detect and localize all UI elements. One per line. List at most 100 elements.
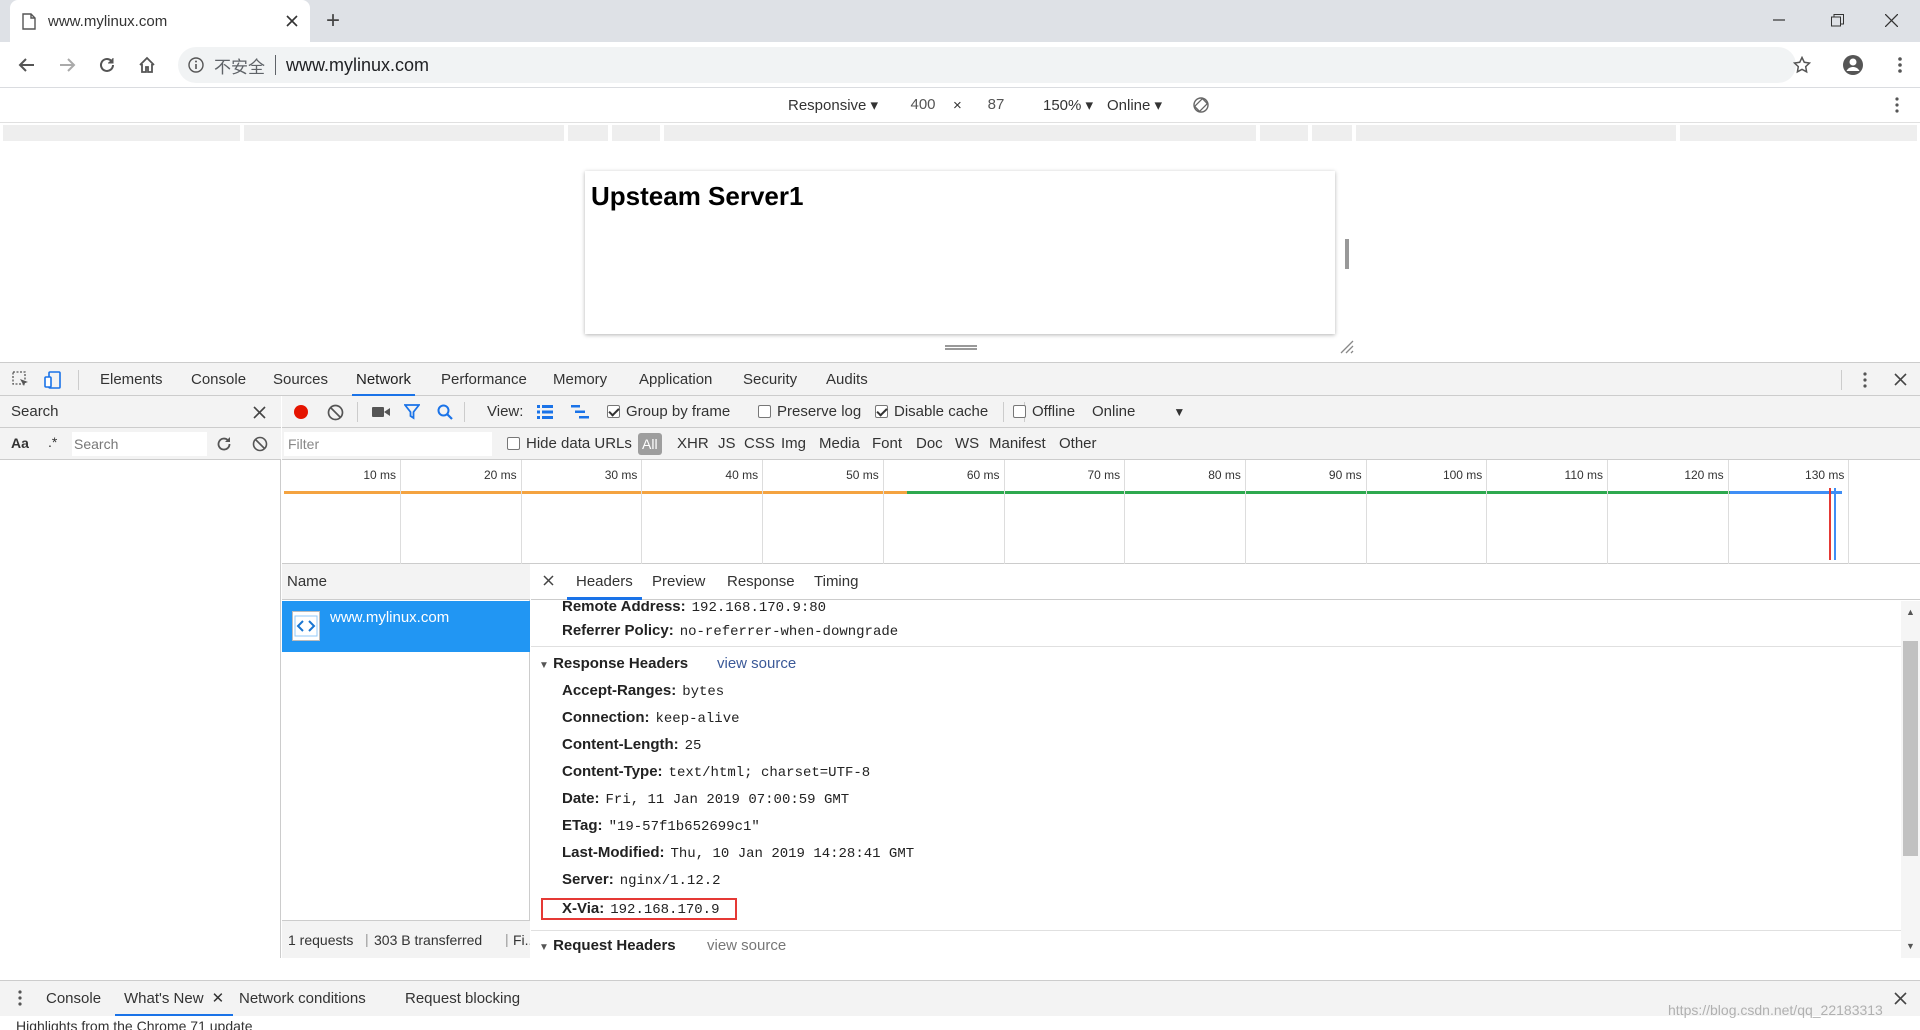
record-icon[interactable] — [292, 403, 310, 421]
media-query-bar[interactable] — [244, 125, 564, 141]
scroll-down-icon[interactable]: ▼ — [1906, 941, 1915, 951]
url-text[interactable]: www.mylinux.com — [286, 55, 429, 76]
large-rows-icon[interactable] — [537, 405, 553, 419]
restore-button[interactable] — [1808, 0, 1866, 40]
filter-all[interactable]: All — [638, 433, 662, 455]
view-source-link[interactable]: view source — [707, 937, 786, 954]
filter-img[interactable]: Img — [781, 435, 806, 452]
bookmark-star-icon[interactable] — [1787, 50, 1817, 80]
minimize-button[interactable] — [1750, 0, 1808, 40]
offline-checkbox[interactable]: Offline — [1013, 403, 1075, 420]
forward-button[interactable] — [52, 50, 82, 80]
filter-ws[interactable]: WS — [955, 435, 979, 452]
reload-button[interactable] — [92, 50, 122, 80]
media-query-bar[interactable] — [1312, 125, 1352, 141]
height-input[interactable]: 87 — [968, 94, 1024, 116]
scrollbar[interactable]: ▲ ▼ — [1901, 601, 1920, 958]
preserve-log-checkbox[interactable]: Preserve log — [758, 403, 861, 420]
media-query-bar[interactable] — [3, 125, 240, 141]
home-button[interactable] — [132, 50, 162, 80]
new-tab-button[interactable]: + — [318, 8, 348, 34]
close-drawer-icon[interactable] — [1894, 992, 1907, 1005]
tab-security[interactable]: Security — [741, 363, 799, 397]
inspect-element-icon[interactable] — [12, 371, 30, 389]
filter-media[interactable]: Media — [819, 435, 860, 452]
media-query-bar[interactable] — [612, 125, 660, 141]
throttle-select[interactable]: Online ▾ — [1107, 96, 1162, 114]
screenshot-icon[interactable] — [372, 405, 390, 419]
drawer-tab-network-conditions[interactable]: Network conditions — [239, 981, 366, 1017]
filter-icon[interactable] — [404, 404, 420, 420]
filter-xhr[interactable]: XHR — [677, 435, 709, 452]
filter-other[interactable]: Other — [1059, 435, 1097, 452]
media-query-bar[interactable] — [568, 125, 608, 141]
close-details-icon[interactable] — [543, 575, 554, 586]
scroll-up-icon[interactable]: ▲ — [1906, 607, 1915, 617]
group-by-frame-checkbox[interactable]: Group by frame — [607, 403, 730, 420]
media-query-bar[interactable] — [1356, 125, 1676, 141]
tab-network[interactable]: Network — [352, 363, 416, 397]
resize-handle-bottom[interactable] — [945, 345, 977, 350]
zoom-select[interactable]: 150% ▾ — [1043, 96, 1093, 114]
disable-cache-checkbox[interactable]: Disable cache — [875, 403, 988, 420]
filter-doc[interactable]: Doc — [916, 435, 943, 452]
more-options-icon[interactable] — [1895, 97, 1899, 113]
media-query-bar[interactable] — [1680, 125, 1917, 141]
back-button[interactable] — [12, 50, 42, 80]
match-case-button[interactable]: Aa — [11, 435, 29, 451]
clear-icon[interactable] — [327, 404, 344, 421]
filter-input[interactable]: Filter — [284, 432, 492, 456]
close-tab-icon[interactable] — [286, 15, 298, 27]
tab-timing[interactable]: Timing — [814, 564, 858, 600]
drawer-menu-icon[interactable] — [18, 990, 22, 1006]
close-devtools-icon[interactable] — [1894, 373, 1907, 386]
close-tab-icon[interactable]: ✕ — [212, 990, 225, 1007]
column-name[interactable]: Name — [287, 573, 327, 590]
drawer-tab-whats-new[interactable]: What's New ✕ — [115, 981, 234, 1017]
menu-icon[interactable] — [1885, 50, 1915, 80]
tab-sources[interactable]: Sources — [271, 363, 330, 397]
close-search-icon[interactable] — [253, 406, 266, 419]
request-headers-section[interactable]: ▼ Request Headers — [539, 937, 676, 954]
clear-search-icon[interactable] — [252, 436, 268, 452]
browser-tab[interactable]: www.mylinux.com — [10, 0, 310, 42]
media-query-bar[interactable] — [1260, 125, 1308, 141]
table-row[interactable]: www.mylinux.com — [282, 601, 530, 652]
timeline-overview[interactable]: 10 ms 20 ms 30 ms 40 ms 50 ms 60 ms 70 ms 80 ms… — [282, 460, 1920, 564]
tab-memory[interactable]: Memory — [551, 363, 609, 397]
media-query-bar[interactable] — [664, 125, 1256, 141]
filter-font[interactable]: Font — [872, 435, 902, 452]
view-source-link[interactable]: view source — [717, 655, 796, 672]
width-input[interactable]: 400 — [895, 94, 951, 116]
drawer-tab-console[interactable]: Console — [46, 981, 101, 1017]
close-window-button[interactable] — [1862, 0, 1920, 40]
tab-performance[interactable]: Performance — [439, 363, 529, 397]
info-icon[interactable] — [188, 57, 204, 73]
search-input[interactable]: Search — [72, 432, 207, 456]
tab-audits[interactable]: Audits — [824, 363, 870, 397]
filter-manifest[interactable]: Manifest — [989, 435, 1046, 452]
resize-handle-right[interactable] — [1345, 239, 1349, 269]
regex-button[interactable]: .* — [48, 434, 57, 450]
refresh-search-icon[interactable] — [216, 436, 232, 452]
address-bar[interactable]: 不安全 www.mylinux.com — [178, 47, 1796, 83]
resize-corner-icon[interactable] — [1340, 340, 1354, 354]
tab-preview[interactable]: Preview — [652, 564, 705, 600]
filter-js[interactable]: JS — [718, 435, 736, 452]
scrollbar-thumb[interactable] — [1903, 641, 1918, 856]
drawer-tab-request-blocking[interactable]: Request blocking — [405, 981, 520, 1017]
tab-application[interactable]: Application — [637, 363, 714, 397]
tab-elements[interactable]: Elements — [98, 363, 165, 397]
throttling-select[interactable]: Online ▼ — [1092, 403, 1185, 420]
hide-data-urls-checkbox[interactable]: Hide data URLs — [507, 435, 632, 452]
device-select[interactable]: Responsive ▾ — [788, 96, 878, 114]
filter-css[interactable]: CSS — [744, 435, 775, 452]
device-toggle-icon[interactable] — [44, 371, 62, 389]
tab-response[interactable]: Response — [727, 564, 795, 600]
rotate-icon[interactable] — [1192, 96, 1210, 114]
tab-console[interactable]: Console — [189, 363, 248, 397]
account-icon[interactable] — [1838, 50, 1868, 80]
response-headers-section[interactable]: ▼ Response Headers — [539, 655, 688, 672]
waterfall-overview-icon[interactable] — [571, 405, 589, 419]
tab-headers[interactable]: Headers — [567, 564, 642, 600]
